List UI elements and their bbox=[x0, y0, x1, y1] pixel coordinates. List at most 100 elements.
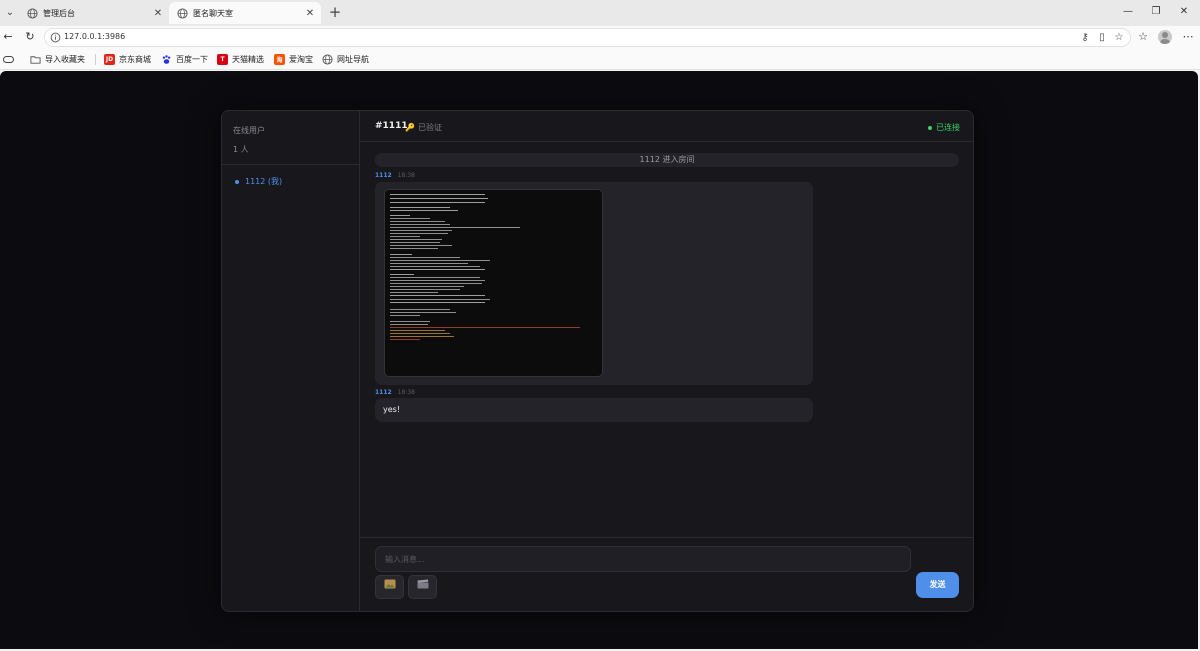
bookmark-label: 网址导航 bbox=[337, 55, 369, 64]
terminal-text-line bbox=[390, 295, 485, 296]
restore-icon[interactable]: ❐ bbox=[1146, 3, 1166, 21]
bookmark-jd[interactable]: JD 京东商城 bbox=[104, 53, 151, 66]
bookmark-label: 百度一下 bbox=[176, 55, 208, 64]
terminal-text-line bbox=[390, 224, 450, 225]
bookmark-tmall[interactable]: T 天猫精选 bbox=[217, 53, 264, 66]
terminal-text-line bbox=[390, 194, 485, 195]
verified-label: 已验证 bbox=[417, 123, 442, 132]
terminal-text-line bbox=[390, 230, 452, 231]
bookmark-taobao[interactable]: 淘 爱淘宝 bbox=[274, 53, 313, 66]
bookmark-toggle-icon[interactable] bbox=[3, 53, 14, 66]
terminal-text-line bbox=[390, 236, 420, 237]
folder-icon bbox=[30, 56, 41, 64]
bookmark-label: 爱淘宝 bbox=[289, 55, 313, 64]
room-name: #1111 bbox=[375, 121, 408, 131]
terminal-text-line bbox=[390, 302, 485, 303]
image-message-bubble bbox=[375, 182, 813, 385]
terminal-text-line bbox=[390, 239, 442, 240]
terminal-text-line bbox=[390, 260, 490, 261]
tab-title: 管理后台 bbox=[43, 8, 75, 18]
terminal-text-line bbox=[390, 309, 450, 310]
user-name: 1112 (我) bbox=[245, 177, 283, 186]
new-tab-icon[interactable]: + bbox=[326, 3, 344, 21]
send-video-button[interactable] bbox=[408, 575, 437, 599]
status-dot-icon bbox=[928, 125, 932, 130]
terminal-text-line bbox=[390, 210, 458, 211]
bookmark-baidu[interactable]: 百度一下 bbox=[161, 53, 208, 66]
terminal-text-line bbox=[390, 274, 414, 275]
sidebar-divider bbox=[222, 164, 360, 165]
terminal-text-line bbox=[390, 324, 428, 325]
tab-admin[interactable]: 管理后台 ✕ bbox=[19, 2, 169, 24]
key-icon[interactable]: ⚷ bbox=[1079, 32, 1091, 44]
terminal-text-line bbox=[390, 269, 485, 270]
image-icon bbox=[384, 579, 395, 589]
terminal-text-line bbox=[390, 289, 460, 290]
terminal-screenshot-image[interactable] bbox=[384, 189, 603, 377]
chat-header: #1111 🔑 已验证 已连接 bbox=[360, 111, 973, 142]
terminal-text-line bbox=[390, 333, 450, 334]
message-sender: 1112 bbox=[375, 172, 392, 179]
terminal-text-line bbox=[390, 233, 448, 234]
terminal-text-line bbox=[390, 198, 488, 199]
close-window-icon[interactable]: ✕ bbox=[1174, 3, 1194, 21]
tab-list-menu-icon[interactable]: ⌄ bbox=[2, 4, 18, 22]
address-bar[interactable]: 127.0.0.1:3986 ⚷ ▯ ☆ bbox=[44, 28, 1131, 47]
terminal-text-line bbox=[390, 218, 430, 219]
terminal-text-line bbox=[390, 283, 482, 284]
terminal-text-line bbox=[390, 280, 485, 281]
message-meta: 1112 18:38 bbox=[375, 172, 415, 179]
terminal-text-line bbox=[390, 277, 480, 278]
globe-icon bbox=[27, 7, 38, 19]
system-message: 1112 进入房间 bbox=[375, 153, 959, 167]
reader-icon[interactable]: ▯ bbox=[1096, 32, 1108, 44]
terminal-text-line bbox=[390, 339, 420, 340]
online-count: 1 人 bbox=[233, 145, 249, 154]
verified-badge: 🔑 已验证 bbox=[405, 122, 442, 133]
close-tab-icon[interactable]: ✕ bbox=[153, 8, 163, 19]
url-text: 127.0.0.1:3986 bbox=[64, 32, 126, 41]
user-list-item[interactable]: 1112 (我) bbox=[235, 176, 282, 187]
send-button[interactable]: 发送 bbox=[916, 572, 959, 598]
terminal-text-line bbox=[390, 248, 438, 249]
bookmark-nav[interactable]: 网址导航 bbox=[322, 53, 369, 66]
composer: 发送 bbox=[360, 537, 973, 611]
terminal-text-line bbox=[390, 292, 438, 293]
status-label: 已连接 bbox=[936, 123, 960, 132]
bookmark-separator bbox=[95, 54, 96, 65]
more-menu-icon[interactable]: ⋯ bbox=[1180, 28, 1196, 46]
profile-avatar[interactable] bbox=[1158, 30, 1172, 44]
tab-title: 匿名聊天室 bbox=[193, 8, 233, 18]
terminal-text-line bbox=[390, 245, 452, 246]
terminal-text-line bbox=[390, 315, 420, 316]
favorite-star-icon[interactable]: ☆ bbox=[1113, 32, 1125, 44]
chat-main: #1111 🔑 已验证 已连接 1112 进入房间 1112 18:38 111… bbox=[360, 111, 973, 611]
terminal-text-line bbox=[390, 221, 445, 222]
chat-app: 在线用户 1 人 1112 (我) #1111 🔑 已验证 已连接 1112 进… bbox=[221, 110, 974, 612]
terminal-text-line bbox=[390, 321, 430, 322]
jd-icon: JD bbox=[104, 54, 115, 65]
browser-nav-bar: ← ↻ 127.0.0.1:3986 ⚷ ▯ ☆ ☆ ⋯ bbox=[0, 26, 1200, 49]
sidebar-title: 在线用户 bbox=[233, 126, 265, 135]
tab-chatroom[interactable]: 匿名聊天室 ✕ bbox=[169, 2, 321, 24]
message-input[interactable] bbox=[375, 546, 911, 572]
online-dot-icon bbox=[235, 179, 239, 184]
browser-tab-bar: ⌄ 管理后台 ✕ 匿名聊天室 ✕ + — ❐ ✕ bbox=[0, 0, 1200, 26]
close-tab-icon[interactable]: ✕ bbox=[305, 8, 315, 19]
connection-status: 已连接 bbox=[928, 122, 960, 133]
refresh-icon[interactable]: ↻ bbox=[22, 28, 38, 46]
minimize-icon[interactable]: — bbox=[1118, 3, 1138, 21]
taobao-icon: 淘 bbox=[274, 54, 285, 65]
baidu-icon bbox=[162, 55, 171, 64]
terminal-text-line bbox=[390, 266, 480, 267]
terminal-text-line bbox=[390, 207, 450, 208]
message-time: 18:38 bbox=[397, 389, 415, 396]
back-icon[interactable]: ← bbox=[0, 28, 16, 46]
send-image-button[interactable] bbox=[375, 575, 404, 599]
globe-icon bbox=[177, 7, 188, 19]
bookmark-import[interactable]: 导入收藏夹 bbox=[30, 53, 85, 66]
key-icon: 🔑 bbox=[405, 123, 415, 132]
terminal-text-line bbox=[390, 263, 468, 264]
tmall-icon: T bbox=[217, 54, 228, 65]
favorites-icon[interactable]: ☆ bbox=[1135, 28, 1151, 46]
